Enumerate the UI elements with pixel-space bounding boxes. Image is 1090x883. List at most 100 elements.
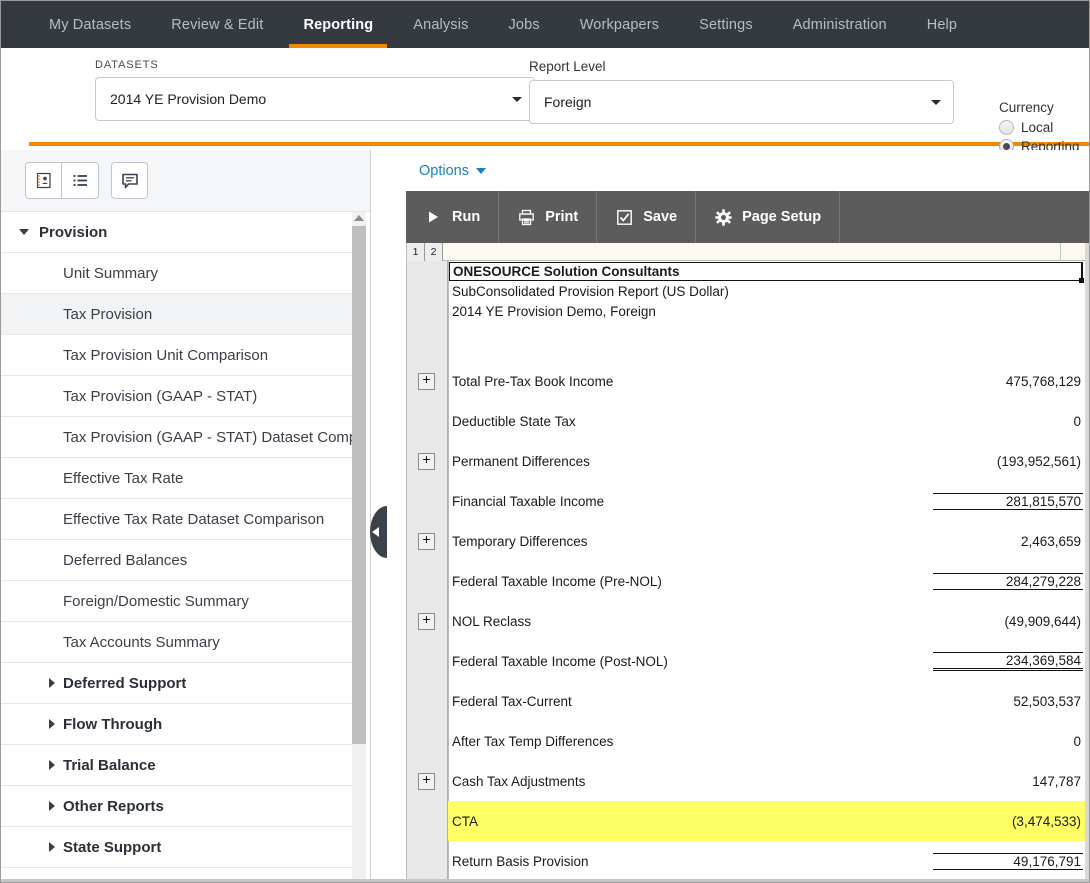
caret-right-icon[interactable]	[49, 719, 55, 729]
nav-tab-my-datasets[interactable]: My Datasets	[29, 1, 151, 48]
report-level-select[interactable]: Foreign	[529, 80, 954, 124]
list-view-button[interactable]	[62, 162, 99, 199]
caret-right-icon[interactable]	[49, 760, 55, 770]
report-row[interactable]: Federal Taxable Income (Pre-NOL) 284,279,…	[448, 561, 1089, 601]
report-row[interactable]: Federal Tax-Current 52,503,537	[448, 681, 1089, 721]
nav-tab-analysis[interactable]: Analysis	[393, 1, 488, 48]
page-setup-button[interactable]: Page Setup	[696, 191, 841, 243]
comment-icon	[121, 173, 138, 188]
nav-tab-label: Reporting	[303, 16, 374, 33]
caret-right-icon[interactable]	[49, 842, 55, 852]
view-mode-button-group	[25, 162, 99, 199]
report-column-header: 1 2	[407, 243, 1089, 261]
tree-item-effective-tax-rate[interactable]: Effective Tax Rate	[1, 458, 353, 499]
report-row-label: Federal Taxable Income (Post-NOL)	[452, 653, 668, 669]
report-row[interactable]: NOL Reclass (49,909,644)	[448, 601, 1089, 641]
tree-item-effective-tax-rate-dataset-comparison[interactable]: Effective Tax Rate Dataset Comparison	[1, 499, 353, 540]
tree-item-tax-provision[interactable]: Tax Provision	[1, 294, 353, 335]
report-level-label: Report Level	[529, 59, 606, 74]
scroll-up-arrow-icon[interactable]	[354, 215, 364, 221]
caret-right-icon[interactable]	[49, 678, 55, 688]
report-tree-sidebar: Provision Unit Summary Tax Provision Tax Pr…	[1, 150, 371, 882]
report-row-value: 475,768,129	[1005, 373, 1081, 389]
options-dropdown[interactable]: Options	[419, 163, 486, 179]
currency-radio-local[interactable]: Local	[999, 120, 1080, 135]
main-navigation-bar: My Datasets Review & Edit Reporting Analysi…	[1, 1, 1089, 48]
tree-item-provision[interactable]: Provision	[1, 212, 353, 253]
nav-tab-reporting[interactable]: Reporting	[283, 1, 393, 48]
list-view-icon	[72, 174, 87, 187]
options-bar: Options	[387, 150, 1089, 191]
run-button[interactable]: Run	[406, 191, 500, 243]
nav-tab-workpapers[interactable]: Workpapers	[560, 1, 679, 48]
outline-level-1-button[interactable]: 1	[407, 243, 425, 261]
tree-item-deferred-balances[interactable]: Deferred Balances	[1, 540, 353, 581]
caret-down-icon[interactable]	[19, 229, 29, 235]
tree-item-foreign-domestic-summary[interactable]: Foreign/Domestic Summary	[1, 581, 353, 622]
tree-item-tax-provision-gaap-stat-dataset-comparison[interactable]: Tax Provision (GAAP - STAT) Dataset Comp…	[1, 417, 353, 458]
report-row-label: Return Basis Provision	[452, 853, 589, 869]
nav-tab-label: Help	[926, 16, 958, 33]
report-row-label: Permanent Differences	[452, 453, 590, 469]
tree-scrollbar[interactable]	[352, 212, 366, 882]
nav-tab-administration[interactable]: Administration	[773, 1, 907, 48]
report-row-value: 0	[1073, 413, 1081, 429]
save-button[interactable]: Save	[597, 191, 697, 243]
column-header-cell[interactable]	[443, 243, 1061, 261]
tree-item-trial-balance[interactable]: Trial Balance	[1, 745, 353, 786]
report-row[interactable]: Federal Taxable Income (Post-NOL) 234,369…	[448, 641, 1089, 681]
tree-item-unit-summary[interactable]: Unit Summary	[1, 253, 353, 294]
tree-item-deferred-support[interactable]: Deferred Support	[1, 663, 353, 704]
tree-item-flow-through[interactable]: Flow Through	[1, 704, 353, 745]
tree-scrollbar-thumb[interactable]	[352, 226, 366, 744]
nav-tab-label: Analysis	[413, 16, 469, 33]
tree-item-label: Effective Tax Rate	[63, 469, 184, 487]
tree-item-tax-provision-gaap-stat[interactable]: Tax Provision (GAAP - STAT)	[1, 376, 353, 417]
tree-item-tax-accounts-summary[interactable]: Tax Accounts Summary	[1, 622, 353, 663]
window-bottom-edge	[1, 879, 1089, 882]
caret-right-icon[interactable]	[49, 801, 55, 811]
report-row[interactable]: Cash Tax Adjustments 147,787	[448, 761, 1089, 801]
report-row[interactable]: Return Basis Provision 49,176,791	[448, 841, 1089, 881]
tree-item-label: Provision	[39, 223, 108, 241]
report-grid: 1 2 + + + + + ONESOURCE Solution Consultants…	[406, 243, 1089, 882]
expand-row-button[interactable]: +	[418, 532, 435, 550]
report-vertical-scrollbar[interactable]	[1085, 243, 1089, 882]
contact-card-view-button[interactable]	[25, 162, 62, 199]
tree-item-other-reports[interactable]: Other Reports	[1, 786, 353, 827]
nav-tab-settings[interactable]: Settings	[679, 1, 773, 48]
sidebar-collapse-handle[interactable]	[370, 506, 387, 558]
tree-item-tax-provision-unit-comparison[interactable]: Tax Provision Unit Comparison	[1, 335, 353, 376]
chevron-down-icon	[512, 97, 522, 102]
tree-item-label: State Support	[63, 838, 162, 856]
contact-card-icon	[36, 172, 51, 189]
report-row[interactable]: Total Pre-Tax Book Income 475,768,129	[448, 361, 1089, 401]
report-row[interactable]: Deductible State Tax 0	[448, 401, 1089, 441]
expand-row-button[interactable]: +	[418, 452, 435, 470]
nav-tab-jobs[interactable]: Jobs	[488, 1, 559, 48]
report-row[interactable]: After Tax Temp Differences 0	[448, 721, 1089, 761]
report-row-value: 284,279,228	[933, 572, 1083, 590]
report-row-label: NOL Reclass	[452, 613, 532, 629]
outline-level-2-button[interactable]: 2	[425, 243, 443, 261]
report-row[interactable]: Temporary Differences 2,463,659	[448, 521, 1089, 561]
expand-row-button[interactable]: +	[418, 612, 435, 630]
report-row-label: CTA	[452, 813, 478, 829]
datasets-select-value: 2014 YE Provision Demo	[110, 91, 267, 107]
nav-tab-label: My Datasets	[49, 16, 132, 33]
toolbar-button-label: Save	[643, 209, 678, 225]
expand-row-button[interactable]: +	[418, 772, 435, 790]
nav-tab-review-edit[interactable]: Review & Edit	[151, 1, 283, 48]
tree-item-state-support[interactable]: State Support	[1, 827, 353, 868]
report-row[interactable]: Financial Taxable Income 281,815,570	[448, 481, 1089, 521]
comment-button[interactable]	[111, 162, 148, 199]
chevron-down-icon	[475, 167, 486, 174]
toolbar-button-label: Page Setup	[742, 209, 822, 225]
nav-tab-help[interactable]: Help	[907, 1, 977, 48]
report-row[interactable]: CTA (3,474,533)	[448, 801, 1089, 841]
datasets-select[interactable]: 2014 YE Provision Demo	[95, 77, 535, 121]
report-row-value: 147,787	[1032, 773, 1081, 789]
print-button[interactable]: Print	[499, 191, 598, 243]
expand-row-button[interactable]: +	[418, 372, 435, 390]
report-row[interactable]: Permanent Differences (193,952,561)	[448, 441, 1089, 481]
